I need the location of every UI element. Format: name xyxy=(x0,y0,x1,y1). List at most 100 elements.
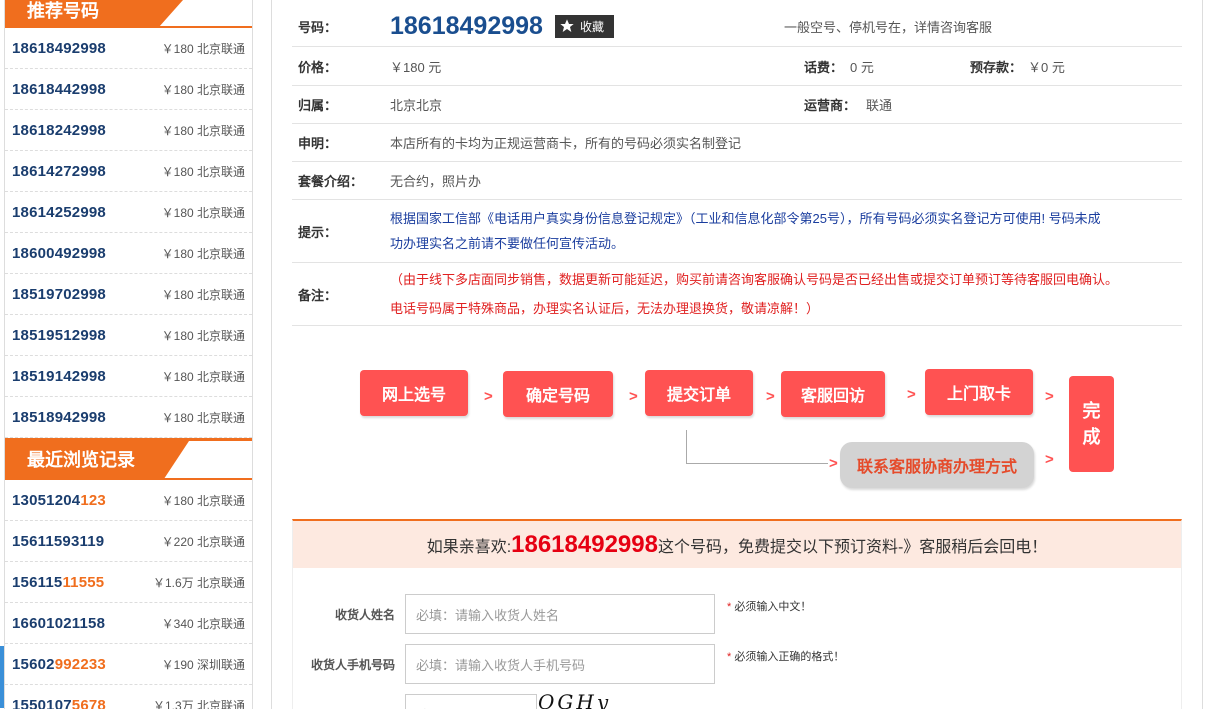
recommended-item[interactable]: 18614252998 ￥180 北京联通 xyxy=(5,192,252,233)
name-note: * 必须输入中文！ xyxy=(727,598,811,614)
remark-text: （由于线下多店面同步销售，数据更新可能延迟，购买前请咨询客服确认号码是否已经出售… xyxy=(390,265,1180,323)
favorite-button[interactable]: 收藏 xyxy=(554,14,614,38)
captcha-image[interactable]: OGHy xyxy=(538,690,611,709)
recommended-meta: ￥180 北京联通 xyxy=(161,369,245,384)
phone-number: 18618492998 xyxy=(390,11,543,40)
phone-note-text: 必须输入正确的格式！ xyxy=(731,651,845,663)
tip-line-2: 功办理实名之前请不要做任何宣传活动。 xyxy=(390,236,625,251)
plan-label: 套餐介绍： xyxy=(298,174,364,189)
recent-item[interactable]: 13051204123 ￥180 北京联通 xyxy=(5,480,252,521)
recent-number[interactable]: 15602992233 xyxy=(12,656,106,673)
recent-number-main: 16601021158 xyxy=(12,614,106,632)
recommended-item[interactable]: 18618492998 ￥180 北京联通 xyxy=(5,28,252,69)
region-label: 归属： xyxy=(298,98,338,113)
recent-number-main: 15602 xyxy=(12,655,55,673)
recent-header: 最近浏览记录 xyxy=(5,438,252,480)
recommended-item[interactable]: 18519142998 ￥180 北京联通 xyxy=(5,356,252,397)
recent-number-main: 13051204 xyxy=(12,491,81,509)
recommended-meta: ￥180 北京联通 xyxy=(161,246,245,261)
step-select-number: 网上选号 xyxy=(360,370,468,416)
info-row-plan: 套餐介绍： 无合约，照片办 xyxy=(292,162,1182,200)
recommended-meta: ￥180 北京联通 xyxy=(161,410,245,425)
declare-value: 本店所有的卡均为正规运营商卡，所有的号码必须实名制登记 xyxy=(390,136,742,151)
recommended-item[interactable]: 18518942998 ￥180 北京联通 xyxy=(5,397,252,438)
recent-number-main: 156115 xyxy=(12,573,63,591)
recommended-number[interactable]: 18519512998 xyxy=(12,327,106,344)
step-pickup-card: 上门取卡 xyxy=(925,369,1033,415)
recommended-meta: ￥180 北京联通 xyxy=(161,82,245,97)
captcha-row: 验证码 xyxy=(293,694,537,709)
recommended-number[interactable]: 18618242998 xyxy=(12,122,106,139)
order-header: 如果亲喜欢: 18618492998 这个号码，免费提交以下预订资料-》客服稍后… xyxy=(293,521,1181,568)
deposit-label: 预存款： xyxy=(970,59,1023,75)
name-input[interactable]: 必填：请输入收货人姓名 xyxy=(405,594,715,634)
deposit-value: ￥0 元 xyxy=(1028,59,1065,75)
arrow-1: > xyxy=(484,388,493,405)
recommended-item[interactable]: 18519702998 ￥180 北京联通 xyxy=(5,274,252,315)
carrier-value: 联通 xyxy=(866,98,893,113)
recent-item[interactable]: 15611593119 ￥220 北京联通 xyxy=(5,521,252,562)
recommended-meta: ￥180 北京联通 xyxy=(161,287,245,302)
recent-meta: ￥1.3万 北京联通 xyxy=(152,698,245,709)
star-icon xyxy=(560,19,574,32)
recommended-item[interactable]: 18600492998 ￥180 北京联通 xyxy=(5,233,252,274)
recommended-meta: ￥180 北京联通 xyxy=(161,41,245,56)
recent-item[interactable]: 15602992233 ￥190 深圳联通 xyxy=(5,644,252,685)
connector-line-horizontal xyxy=(686,463,828,464)
tip-label: 提示： xyxy=(298,224,338,240)
info-row-region: 归属： 北京北京 运营商： 联通 xyxy=(292,86,1182,124)
recommended-meta: ￥180 北京联通 xyxy=(161,205,245,220)
recent-meta: ￥180 北京联通 xyxy=(161,493,245,508)
info-row-tip: 提示： 根据国家工信部《电话用户真实身份信息登记规定》（工业和信息化部令第25号… xyxy=(292,200,1182,263)
order-head-pre: 如果亲喜欢: xyxy=(426,538,512,556)
step-confirm-number: 确定号码 xyxy=(503,371,613,417)
price-label: 价格： xyxy=(298,59,338,75)
recent-item[interactable]: 16601021158 ￥340 北京联通 xyxy=(5,603,252,644)
captcha-input[interactable]: 验证码 xyxy=(405,694,537,709)
step-finish: 完 成 xyxy=(1069,376,1114,472)
recommended-number[interactable]: 18614252998 xyxy=(12,204,106,221)
recent-meta: ￥220 北京联通 xyxy=(161,534,245,549)
recommended-number[interactable]: 18614272998 xyxy=(12,163,106,180)
recommended-number[interactable]: 18519702998 xyxy=(12,286,106,303)
order-head-post: 这个号码，免费提交以下预订资料-》客服稍后会回电！ xyxy=(657,538,1048,556)
recommended-item[interactable]: 18618242998 ￥180 北京联通 xyxy=(5,110,252,151)
recent-number[interactable]: 15501075678 xyxy=(12,697,106,709)
arrow-3: > xyxy=(766,388,775,405)
side-scroll-tab[interactable] xyxy=(0,646,4,708)
tip-line-1: 根据国家工信部《电话用户真实身份信息登记规定》（工业和信息化部令第25号），所有… xyxy=(390,211,1101,226)
step-contact-service: 联系客服协商办理方式 xyxy=(840,442,1034,488)
recent-number[interactable]: 15611511555 xyxy=(12,574,104,591)
recommended-item[interactable]: 18618442998 ￥180 北京联通 xyxy=(5,69,252,110)
recent-list: 13051204123 ￥180 北京联通 15611593119 ￥220 北京联通… xyxy=(5,480,252,709)
arrow-4: > xyxy=(907,386,916,403)
recommended-item[interactable]: 18614272998 ￥180 北京联通 xyxy=(5,151,252,192)
recent-item[interactable]: 15501075678 ￥1.3万 北京联通 xyxy=(5,685,252,709)
recommended-number[interactable]: 18518942998 xyxy=(12,409,106,426)
recommended-number[interactable]: 18519142998 xyxy=(12,368,106,385)
declare-label: 申明： xyxy=(298,136,338,151)
recommended-number[interactable]: 18600492998 xyxy=(12,245,106,262)
name-row: 收货人姓名 必填：请输入收货人姓名 * 必须输入中文！ xyxy=(293,594,811,634)
recent-number-main: 1550107 xyxy=(12,696,72,709)
phone-label: 收货人手机号码 xyxy=(310,657,395,672)
recommended-number[interactable]: 18618442998 xyxy=(12,81,106,98)
recommended-header: 推荐号码 xyxy=(5,0,252,28)
carrier-label: 运营商： xyxy=(804,98,857,113)
recent-item[interactable]: 15611511555 ￥1.6万 北京联通 xyxy=(5,562,252,603)
recent-number[interactable]: 15611593119 xyxy=(12,533,104,550)
recent-number-highlight: 11555 xyxy=(62,573,105,591)
remark-line-2: 电话号码属于特殊商品，办理实名认证后，无法办理退换货，敬请凉解！） xyxy=(390,301,820,316)
phone-note: * 必须输入正确的格式！ xyxy=(727,648,844,664)
phone-row: 收货人手机号码 必填：请输入收货人手机号码 * 必须输入正确的格式！ xyxy=(293,644,844,684)
recommended-meta: ￥180 北京联通 xyxy=(161,164,245,179)
recommended-meta: ￥180 北京联通 xyxy=(161,123,245,138)
recent-number[interactable]: 13051204123 xyxy=(12,492,106,509)
step-submit-order: 提交订单 xyxy=(645,370,753,416)
recommended-item[interactable]: 18519512998 ￥180 北京联通 xyxy=(5,315,252,356)
recent-number-highlight: 123 xyxy=(80,491,106,509)
tip-text: 根据国家工信部《电话用户真实身份信息登记规定》（工业和信息化部令第25号），所有… xyxy=(390,206,1180,256)
recommended-number[interactable]: 18618492998 xyxy=(12,40,106,57)
recent-number[interactable]: 16601021158 xyxy=(12,615,105,632)
phone-input[interactable]: 必填：请输入收货人手机号码 xyxy=(405,644,715,684)
